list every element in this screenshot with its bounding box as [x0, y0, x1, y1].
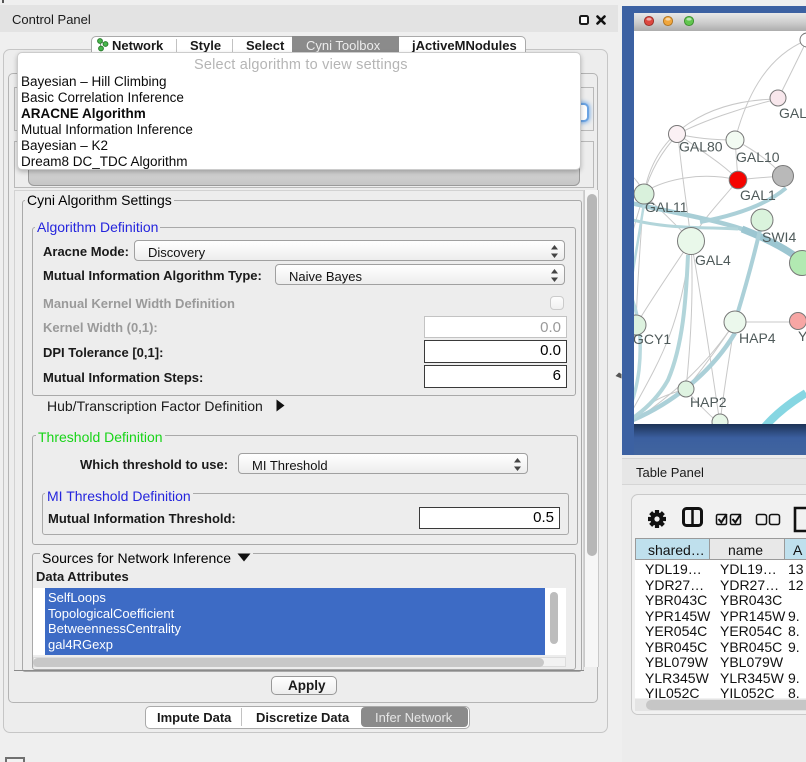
svg-text:GCY1: GCY1 [633, 331, 671, 347]
svg-text:GAL11: GAL11 [645, 199, 688, 215]
svg-text:GAL10: GAL10 [736, 149, 780, 165]
svg-text:HAP2: HAP2 [690, 394, 727, 410]
svg-text:GAL1: GAL1 [740, 187, 776, 203]
svg-text:HAP4: HAP4 [739, 330, 776, 346]
svg-text:SWI4: SWI4 [762, 229, 796, 245]
svg-text:GAL80: GAL80 [679, 139, 723, 155]
svg-text:YB: YB [798, 328, 806, 344]
svg-text:GAL4: GAL4 [695, 252, 731, 268]
svg-text:GAL7: GAL7 [779, 105, 806, 121]
